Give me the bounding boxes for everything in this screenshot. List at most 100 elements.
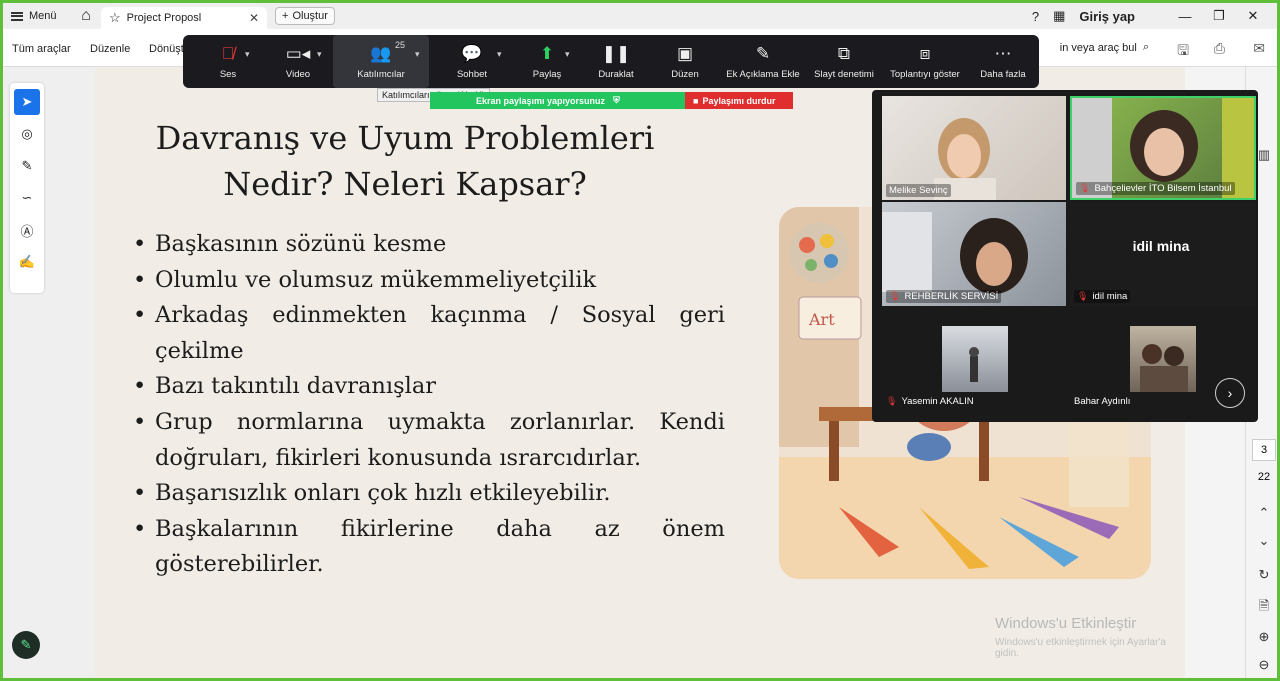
text-box-icon[interactable]: Ⓐ [14, 217, 40, 243]
current-page-input[interactable]: 3 [1252, 439, 1276, 461]
left-tool-rail: ➤ ◎ ✎ ∽ Ⓐ ✍ ✎ [3, 67, 95, 678]
star-icon[interactable]: ☆ [109, 10, 121, 26]
pause-share-button[interactable]: ❚❚ Duraklat [587, 35, 645, 88]
login-button[interactable]: Giriş yap [1079, 9, 1135, 24]
chevron-down-icon[interactable]: ▾ [245, 49, 250, 60]
stop-icon: ■ [693, 95, 699, 106]
participant-name: 🎙 Yasemin AKALIN [886, 396, 974, 407]
sharing-status-text: Ekran paylaşımı yapıyorsunuz [476, 95, 606, 106]
windows-activation-hint: Windows'u etkinleştirmek için Ayarlar'a … [995, 637, 1166, 659]
participant-tile-active-speaker[interactable]: 🎙 Bahçelievler İTO Bilsem İstanbul [1070, 96, 1256, 200]
sharing-status-bar: Ekran paylaşımı yapıyorsunuz ⛨ ■ Paylaşı… [430, 92, 793, 109]
extract-page-icon[interactable]: 🗎 [1252, 597, 1276, 619]
bullet-item: Grup normlarına uymakta zorlanırlar. Ken… [131, 405, 725, 476]
apps-grid-icon[interactable]: ▦ [1053, 8, 1065, 24]
video-label: Video [285, 69, 311, 80]
menu-button[interactable]: Menü [3, 10, 71, 22]
slide-control-label: Slayt denetimi [814, 69, 874, 80]
participant-thumbnail[interactable] [942, 326, 1008, 392]
zoom-in-icon[interactable]: ⊕ [1252, 629, 1276, 645]
microphone-muted-icon: 🎙 [1079, 183, 1091, 193]
document-tab[interactable]: ☆ Project Proposl ✕ [101, 7, 267, 29]
all-tools-menu[interactable]: Tüm araçlar [12, 43, 71, 55]
fill-sign-icon[interactable]: ✍ [14, 249, 40, 275]
microphone-muted-icon: 🎙 [889, 291, 901, 301]
next-page-arrow-icon[interactable]: › [1215, 378, 1245, 408]
video-button[interactable]: ▭◂ Video ▾ [267, 35, 329, 88]
share-screen-icon: ⬆ [539, 44, 555, 63]
participant-tile[interactable]: Melike Sevinç [882, 96, 1066, 200]
participant-count: 25 [395, 40, 406, 50]
share-button[interactable]: ⬆ Paylaş ▾ [519, 35, 575, 88]
stop-share-button[interactable]: ■ Paylaşımı durdur [685, 92, 793, 109]
page-up-icon[interactable]: ⌃ [1252, 505, 1276, 521]
audio-button[interactable]: 🎙̸ Ses ▾ [199, 35, 257, 88]
participants-button[interactable]: 👥 Katılımcılar 25 ▾ [333, 35, 429, 88]
document-tab-title: Project Proposl [126, 12, 202, 24]
zoom-out-icon[interactable]: ⊖ [1252, 657, 1276, 673]
more-button[interactable]: ⋯ Daha fazla [973, 35, 1033, 88]
show-meeting-button[interactable]: ⧈ Toplantıyı göster [885, 35, 965, 88]
total-pages: 22 [1257, 471, 1271, 483]
bullet-item: Başkasının sözünü kesme [131, 227, 725, 263]
draw-freeform-icon[interactable]: ∽ [14, 185, 40, 211]
select-cursor-icon[interactable]: ➤ [14, 89, 40, 115]
participant-name-text: idil mina [1092, 291, 1128, 302]
share-label: Paylaş [532, 69, 562, 80]
participant-name: Bahar Aydınlı [1074, 396, 1130, 407]
participant-name-text: Bahar Aydınlı [1074, 396, 1131, 407]
bullet-item: Başarısızlık onları çok hızlı etkileyebi… [131, 476, 725, 512]
bullet-item: Olumlu ve olumsuz mükemmeliyetçilik [131, 263, 725, 299]
edit-pencil-icon[interactable]: ✎ [12, 631, 40, 659]
chevron-down-icon[interactable]: ▾ [317, 49, 322, 60]
close-tab-icon[interactable]: ✕ [249, 11, 259, 25]
slide-title-line-2: Nedir? Neleri Kapsar? [223, 165, 587, 203]
page-down-icon[interactable]: ⌄ [1252, 533, 1276, 549]
title-bar: Menü ⌂ ☆ Project Proposl ✕ + Oluştur ? ▦… [3, 3, 1277, 29]
create-button[interactable]: + Oluştur [275, 7, 335, 25]
rotate-icon[interactable]: ↻ [1252, 567, 1276, 583]
chevron-down-icon[interactable]: ▾ [565, 49, 570, 60]
chat-button[interactable]: 💬 Sohbet ▾ [441, 35, 503, 88]
restore-icon[interactable]: ❐ [1209, 8, 1229, 24]
participant-tile[interactable]: 🎙 REHBERLİK SERVİSİ [882, 202, 1066, 306]
home-icon[interactable]: ⌂ [71, 7, 101, 25]
quick-tools: ➤ ◎ ✎ ∽ Ⓐ ✍ [10, 83, 44, 293]
shield-icon: ⛨ [613, 95, 620, 105]
help-icon[interactable]: ? [1032, 9, 1039, 24]
chevron-down-icon[interactable]: ▾ [415, 49, 420, 60]
highlight-pen-icon[interactable]: ✎ [14, 153, 40, 179]
windows-activation-title: Windows'u Etkinleştir [995, 615, 1137, 632]
chevron-down-icon[interactable]: ▾ [497, 49, 502, 60]
participant-name: 🎙 idil mina [1074, 290, 1131, 303]
convert-menu[interactable]: Dönüşt [149, 43, 184, 55]
email-icon[interactable]: ✉ [1253, 40, 1265, 57]
save-icon[interactable]: 🖫 [1177, 40, 1189, 64]
slide-title: Davranış ve Uyum Problemleri Nedir? Nele… [95, 115, 715, 207]
comment-icon[interactable]: ◎ [14, 121, 40, 147]
layout-button[interactable]: ▣ Düzen [657, 35, 713, 88]
annotate-label: Ek Açıklama Ekle [726, 69, 800, 80]
tool-search[interactable]: in veya araç bul ⌕ [1060, 41, 1149, 54]
microphone-muted-icon: 🎙 [1077, 291, 1089, 301]
edit-menu[interactable]: Düzenle [90, 43, 130, 55]
print-icon[interactable]: ⎙ [1214, 40, 1225, 57]
participant-thumbnail[interactable] [1130, 326, 1196, 392]
video-camera-icon: ▭◂ [285, 44, 311, 63]
tool-search-text: in veya araç bul [1059, 41, 1137, 54]
audio-label: Ses [219, 69, 237, 80]
participant-tile[interactable]: 🎙 idil mina [1070, 202, 1256, 306]
chat-icon: 💬 [461, 44, 483, 63]
annotate-button[interactable]: ✎ Ek Açıklama Ekle [723, 35, 803, 88]
participant-name-text: Bahçelievler İTO Bilsem İstanbul [1094, 183, 1232, 194]
participant-video [969, 347, 979, 382]
microphone-muted-icon: 🎙̸ [221, 44, 235, 63]
slide-control-button[interactable]: ⧉ Slayt denetimi [809, 35, 879, 88]
more-icon: ⋯ [994, 44, 1012, 63]
bullet-item: Arkadaş edinmekten kaçınma / Sosyal geri… [131, 298, 725, 369]
participant-name-text: Yasemin AKALIN [901, 396, 974, 407]
window-close-icon[interactable]: ✕ [1243, 8, 1263, 24]
pause-label: Duraklat [598, 69, 634, 80]
minimize-icon[interactable]: — [1175, 9, 1195, 24]
more-label: Daha fazla [980, 69, 1026, 80]
